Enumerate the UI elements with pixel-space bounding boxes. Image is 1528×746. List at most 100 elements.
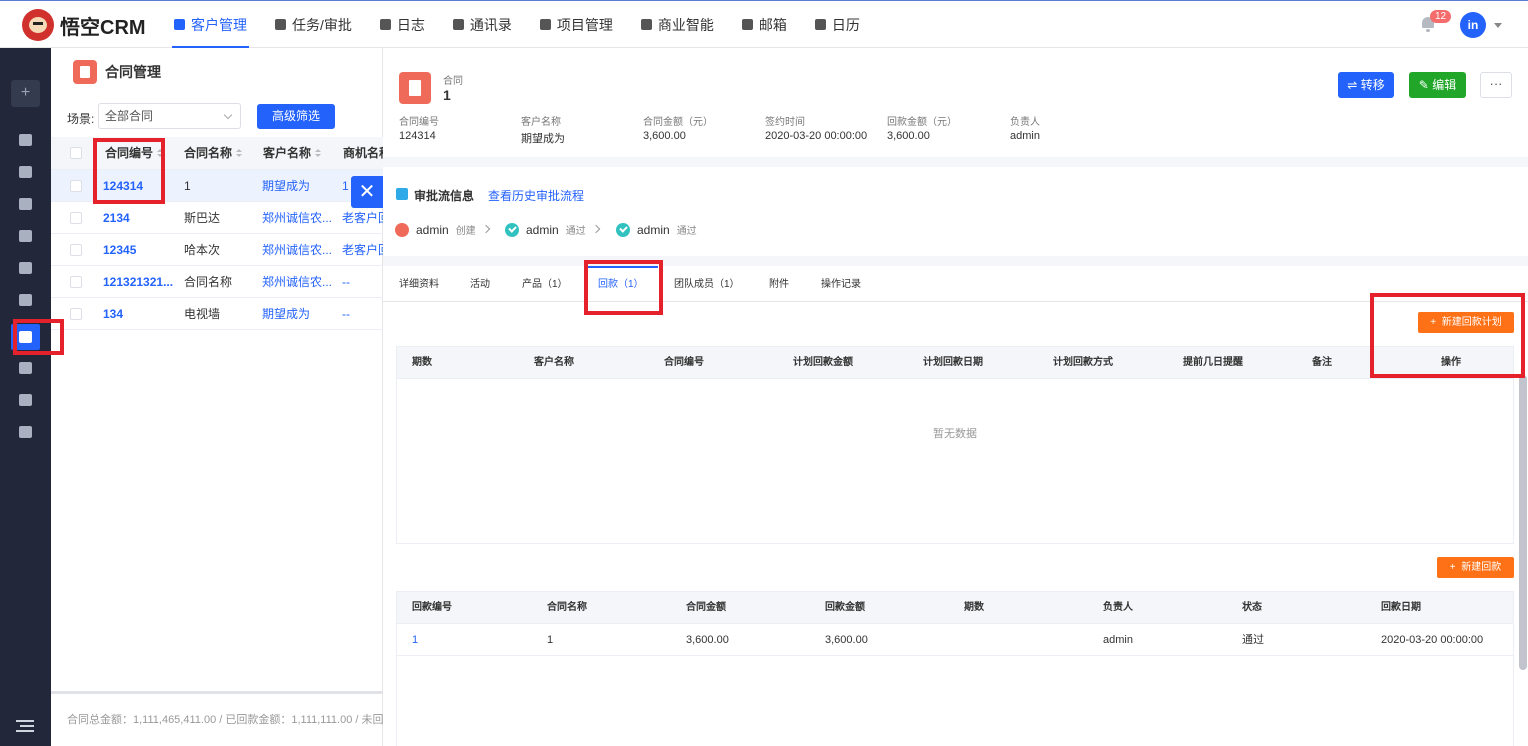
row-checkbox[interactable] xyxy=(70,180,82,192)
nav-item-contacts[interactable]: 通讯录 xyxy=(439,1,526,48)
tab-receivables[interactable]: 回款（1） xyxy=(598,266,644,302)
tab-bar: 详细资料 活动 产品（1） 回款（1） 团队成员（1） 附件 操作记录 xyxy=(383,266,1528,302)
column-header-code[interactable]: 合同编号 xyxy=(105,137,164,169)
column-header: 计划回款方式 xyxy=(1053,357,1113,368)
table-row[interactable]: 12345 哈本次 郑州诚信农... 老客户回 xyxy=(51,234,383,266)
logo-icon xyxy=(22,9,54,41)
transfer-button[interactable]: ⇌ 转移 xyxy=(1338,72,1394,98)
detail-scrollbar[interactable] xyxy=(1519,375,1527,670)
scene-select[interactable]: 全部合同 xyxy=(98,103,241,129)
nav-item-log[interactable]: 日志 xyxy=(366,1,439,48)
send-icon[interactable] xyxy=(19,426,32,438)
sort-icon[interactable] xyxy=(315,149,322,158)
sort-icon[interactable] xyxy=(157,149,164,158)
nav-item-bi[interactable]: 商业智能 xyxy=(627,1,728,48)
tab-team[interactable]: 团队成员（1） xyxy=(674,266,740,302)
tab-products[interactable]: 产品（1） xyxy=(522,266,568,302)
dashboard-icon[interactable] xyxy=(19,134,32,146)
contract-code-link[interactable]: 121321321... xyxy=(103,266,173,298)
app-logo[interactable]: 悟空CRM xyxy=(22,9,146,41)
table-row[interactable]: 134 电视墙 期望成为 -- xyxy=(51,298,383,330)
more-actions-button[interactable]: ··· xyxy=(1480,72,1512,98)
button-label: 新建回款计划 xyxy=(1441,317,1502,328)
calendar-icon xyxy=(814,19,826,30)
column-header: 期数 xyxy=(412,357,432,368)
column-header-opportunity[interactable]: 商机名称 xyxy=(343,137,383,169)
customer-link[interactable]: 期望成为 xyxy=(262,170,310,202)
advanced-filter-button[interactable]: 高级筛选 xyxy=(257,104,335,129)
building-icon[interactable] xyxy=(19,230,32,242)
contract-code-link[interactable]: 124314 xyxy=(103,170,143,202)
column-label: 合同编号 xyxy=(105,146,154,160)
row-checkbox[interactable] xyxy=(70,308,82,320)
nav-item-customer[interactable]: 客户管理 xyxy=(160,1,261,48)
nav-item-projects[interactable]: 项目管理 xyxy=(526,1,627,48)
row-checkbox[interactable] xyxy=(70,244,82,256)
contract-name: 斯巴达 xyxy=(184,211,221,225)
new-payment-button[interactable]: + 新建回款 xyxy=(1437,557,1514,578)
column-header: 合同名称 xyxy=(547,602,587,613)
collapse-sidebar-icon[interactable] xyxy=(16,720,34,732)
contract-code-link[interactable]: 2134 xyxy=(103,202,130,234)
nav-item-mail[interactable]: 邮箱 xyxy=(728,1,801,48)
table-row[interactable]: 1 1 3,600.00 3,600.00 admin 通过 2020-03-2… xyxy=(397,624,1513,656)
customer-link[interactable]: 郑州诚信农... xyxy=(262,202,332,234)
row-checkbox[interactable] xyxy=(70,276,82,288)
select-all-checkbox[interactable] xyxy=(70,147,82,159)
bag-icon[interactable] xyxy=(19,362,32,374)
row-checkbox[interactable] xyxy=(70,212,82,224)
nav-item-calendar[interactable]: 日历 xyxy=(801,1,874,48)
swap-icon[interactable] xyxy=(19,198,32,210)
contacts-icon[interactable] xyxy=(19,262,32,274)
contract-table: 合同编号 合同名称 客户名称 商机名称 124314 1 期望成为 1 2134… xyxy=(51,137,383,330)
field-value: 期望成为 xyxy=(521,133,565,145)
close-detail-button[interactable]: ✕ xyxy=(351,176,383,208)
contract-code-link[interactable]: 12345 xyxy=(103,234,136,266)
column-header: 计划回款日期 xyxy=(923,357,983,368)
approval-history-link[interactable]: 查看历史审批流程 xyxy=(488,187,584,204)
contract-amount: 3,600.00 xyxy=(686,634,729,646)
nav-item-tasks[interactable]: 任务/审批 xyxy=(261,1,366,48)
contract-code-link[interactable]: 134 xyxy=(103,298,123,330)
customer-link[interactable]: 郑州诚信农... xyxy=(262,234,332,266)
box-icon[interactable] xyxy=(19,394,32,406)
approval-action: 通过 xyxy=(565,226,586,237)
field-label: 负责人 xyxy=(1010,117,1040,128)
tab-attachments[interactable]: 附件 xyxy=(769,266,789,302)
column-header-name[interactable]: 合同名称 xyxy=(184,137,243,169)
sort-icon[interactable] xyxy=(236,149,243,158)
payment-code-link[interactable]: 1 xyxy=(412,624,418,656)
chevron-down-icon[interactable] xyxy=(1494,23,1502,28)
tab-operation-log[interactable]: 操作记录 xyxy=(821,266,861,302)
swap-icon: ⇌ xyxy=(1347,78,1361,92)
opportunity-link[interactable]: 老客户回 xyxy=(342,234,383,266)
tab-activity[interactable]: 活动 xyxy=(470,266,490,302)
opportunity-link[interactable]: -- xyxy=(342,266,383,298)
new-payment-plan-button[interactable]: + 新建回款计划 xyxy=(1418,312,1514,333)
contract-name: 合同名称 xyxy=(184,275,233,289)
column-header: 操作 xyxy=(1441,357,1461,368)
column-header: 合同编号 xyxy=(664,357,704,368)
quick-add-button[interactable]: + xyxy=(11,80,40,107)
avatar[interactable]: in xyxy=(1460,12,1486,38)
field-value: 3,600.00 xyxy=(887,130,930,142)
column-header-customer[interactable]: 客户名称 xyxy=(263,137,322,169)
tab-details[interactable]: 详细资料 xyxy=(399,266,439,302)
approval-flow-section: 审批流信息 查看历史审批流程 admin 创建 admin 通过 admin 通… xyxy=(383,167,1528,256)
money-icon[interactable] xyxy=(19,294,32,306)
status: 通过 xyxy=(1242,634,1264,646)
field-label: 签约时间 xyxy=(765,117,805,128)
edit-button[interactable]: ✎ 编辑 xyxy=(1409,72,1466,98)
table-row[interactable]: 2134 斯巴达 郑州诚信农... 老客户回 xyxy=(51,202,383,234)
contract-icon[interactable] xyxy=(19,331,32,343)
check-circle-icon xyxy=(505,222,519,237)
table-row[interactable]: 121321321... 合同名称 郑州诚信农... -- xyxy=(51,266,383,298)
customer-link[interactable]: 期望成为 xyxy=(262,298,310,330)
table-row[interactable]: 124314 1 期望成为 1 xyxy=(51,170,383,202)
chat-icon[interactable] xyxy=(19,166,32,178)
scene-label: 场景: xyxy=(67,112,95,126)
top-navbar: 悟空CRM 客户管理 任务/审批 日志 通讯录 项目管理 商业智能 邮箱 日历 … xyxy=(0,0,1528,48)
customer-link[interactable]: 郑州诚信农... xyxy=(262,266,332,298)
opportunity-link[interactable]: -- xyxy=(342,298,383,330)
field-value: 2020-03-20 00:00:00 xyxy=(765,130,868,142)
